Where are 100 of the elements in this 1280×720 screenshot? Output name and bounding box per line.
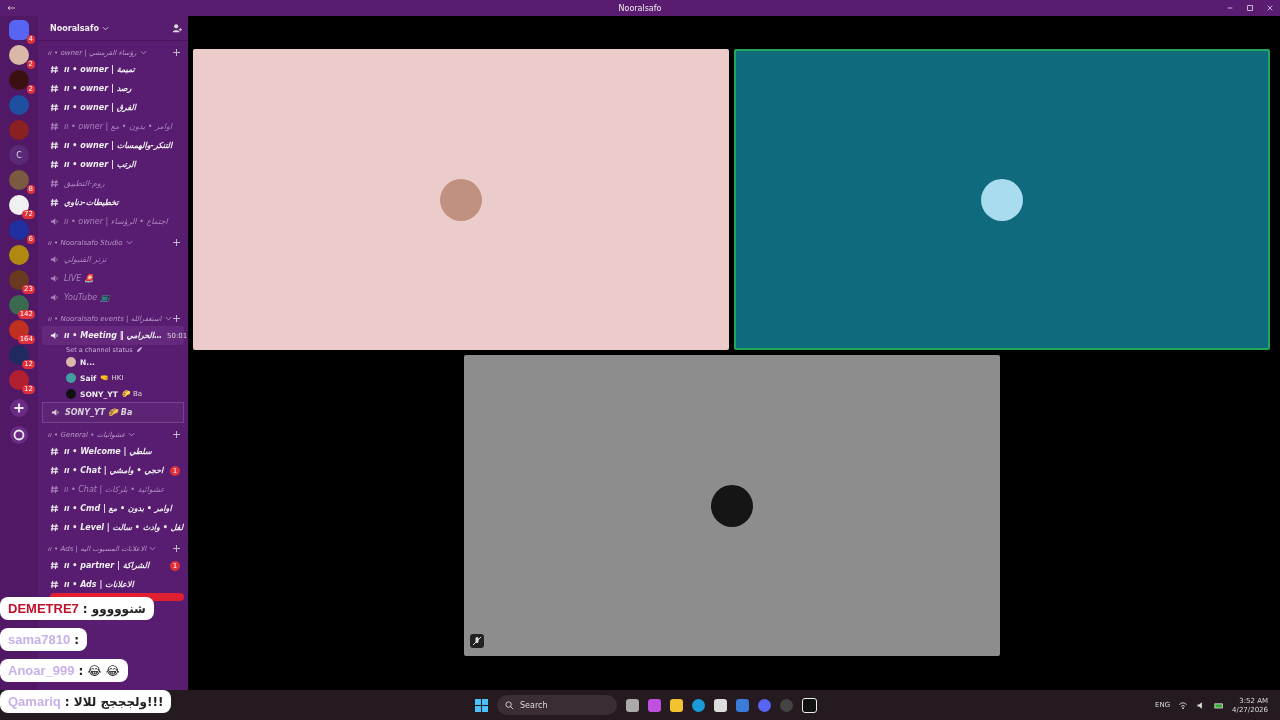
channel-name: روم-التطبيق (64, 179, 105, 188)
channel-item[interactable]: ıı • owner | الرتب (42, 155, 184, 174)
channel-item[interactable]: ıı • owner | تميمة (42, 60, 184, 79)
chevron-down-icon[interactable] (128, 432, 136, 437)
hash-icon (50, 179, 59, 188)
chat-username: Qamariq (8, 694, 61, 709)
add-channel-icon[interactable] (173, 239, 180, 246)
speaker-icon (50, 217, 59, 226)
hash-icon (50, 580, 59, 589)
channel-name: ıı • owner | اجتماع • الرؤساء (64, 217, 168, 226)
channel-item[interactable]: ıı • owner | رصد (42, 79, 184, 98)
channel-item[interactable]: ıı • owner | اوامر • بدون • مع (42, 117, 184, 136)
channel-name: ıı • Cmd | اوامر • بدون • مع (64, 504, 172, 513)
chat-message: : (74, 632, 79, 647)
hash-icon (50, 141, 59, 150)
channel-name: ıı • owner | رصد (64, 84, 132, 93)
channel-item[interactable]: روم-التطبيق (42, 174, 184, 193)
app-icon[interactable] (714, 698, 727, 712)
video-tile[interactable] (463, 355, 1000, 656)
hash-icon (50, 447, 59, 456)
channel-item[interactable]: ıı • Welcome | سلطي (42, 442, 184, 461)
chat-message: : ولجججج للالا!!! (64, 694, 164, 709)
channel-name: ıı • Chat | عشوائية • بلركات (64, 485, 165, 494)
search-icon (505, 700, 514, 710)
chat-username: DEMETRE7 (8, 601, 79, 616)
speaker-icon (50, 274, 59, 283)
hash-icon (50, 160, 59, 169)
server-icon[interactable]: C (9, 145, 29, 165)
speaker-icon (50, 255, 59, 264)
chevron-down-icon[interactable] (149, 546, 157, 551)
chevron-down-icon[interactable] (125, 240, 133, 245)
battery-icon[interactable] (1214, 700, 1225, 710)
folder-icon[interactable] (670, 698, 683, 712)
participant-avatar (981, 178, 1023, 221)
start-icon[interactable] (475, 698, 488, 712)
channel-name: ıı • Welcome | سلطي (64, 447, 152, 456)
channel-item[interactable]: ıı • Level | لفل • وادث • سالت (42, 518, 184, 537)
channel-item[interactable]: تخطيطات-دناوي (42, 193, 184, 212)
channel-item[interactable]: ıı • owner | الفرق (42, 98, 184, 117)
search-field[interactable]: Search (497, 695, 617, 715)
channel-item[interactable]: ıı • owner | التنكر-والهمسات (42, 136, 184, 155)
channel-item[interactable]: تزتر القنبولي (42, 250, 184, 269)
close-icon[interactable] (1266, 4, 1274, 12)
window-title: Nooralsafo (618, 3, 662, 13)
chevron-down-icon[interactable] (139, 50, 147, 55)
channel-item[interactable]: ıı • owner | اجتماع • الرؤساء (42, 212, 184, 231)
channel-name: ıı • Ads | الاعلانات (64, 580, 134, 589)
channel-item[interactable]: ıı • Cmd | اوامر • بدون • مع (42, 499, 184, 518)
channel-name: تخطيطات-دناوي (64, 198, 119, 207)
minimize-icon[interactable] (1226, 4, 1234, 12)
add-channel-icon[interactable] (173, 315, 180, 322)
hash-icon (50, 523, 59, 532)
channel-name: ıı • Meeting ‖ الحرامي… (64, 331, 162, 340)
channel-item[interactable]: ıı • Ads | الاعلانات (42, 575, 184, 594)
hash-icon (50, 65, 59, 74)
channel-item[interactable]: LIVE 🚨 (42, 269, 184, 288)
wifi-icon[interactable] (1178, 700, 1189, 710)
speaker-icon (51, 408, 60, 417)
speaker-icon (50, 331, 59, 340)
hash-icon (50, 485, 59, 494)
channel-name: ıı • partner | الشراكة (64, 561, 150, 570)
channel-name: ıı • owner | التنكر-والهمسات (64, 141, 173, 150)
channel-name: SONY_YT 🌮 Ba (65, 408, 133, 417)
channel-name: ıı • owner | اوامر • بدون • مع (64, 122, 173, 131)
add-member-icon[interactable] (172, 23, 182, 33)
participant-avatar (440, 178, 482, 221)
channel-name: LIVE 🚨 (64, 274, 94, 283)
add-server-icon[interactable] (10, 399, 28, 417)
channel-name: ıı • owner | الرتب (64, 160, 136, 169)
video-tile[interactable] (734, 49, 1270, 350)
server-icon[interactable] (9, 45, 29, 65)
chat-message: : 😂 😂 (78, 663, 120, 678)
hash-icon (50, 84, 59, 93)
speaker-icon (50, 293, 59, 302)
channel-name: ıı • Level | لفل • وادث • سالت (64, 523, 184, 532)
video-tile[interactable] (193, 49, 729, 350)
hash-icon (50, 561, 59, 570)
chat-username: Anoar_999 (8, 663, 75, 678)
app-icon[interactable] (626, 698, 639, 712)
hash-icon (50, 466, 59, 475)
participant-avatar (710, 484, 753, 527)
add-channel-icon[interactable] (173, 431, 180, 438)
channel-name: ıı • owner | الفرق (64, 103, 136, 112)
hash-icon (50, 504, 59, 513)
channel-item[interactable]: YouTube 📺 (42, 288, 184, 307)
add-channel-icon[interactable] (173, 545, 180, 552)
channel-item[interactable]: ıı • Chat | عشوائية • بلركات (42, 480, 184, 499)
app-icon[interactable] (802, 697, 817, 713)
hash-icon (50, 122, 59, 131)
back-arrow-icon[interactable] (6, 5, 16, 11)
chat-username: sama7810 (8, 632, 71, 647)
channel-item[interactable]: SONY_YT 🌮 Ba (42, 402, 184, 423)
server-name[interactable]: Nooralsafo (50, 23, 99, 33)
chat-message: : شنووووو (82, 601, 146, 616)
channel-name: YouTube 📺 (64, 293, 110, 302)
channel-name: تزتر القنبولي (64, 255, 107, 264)
chevron-down-icon[interactable] (164, 316, 172, 321)
compass-icon[interactable] (10, 426, 28, 444)
maximize-icon[interactable] (1246, 4, 1254, 12)
add-channel-icon[interactable] (173, 49, 180, 56)
